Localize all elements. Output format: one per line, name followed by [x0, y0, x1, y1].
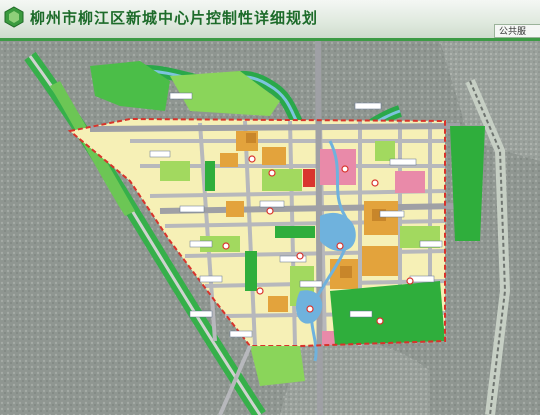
map-viewer: 柳州市柳江区新城中心片控制性详细规划 公共服: [0, 0, 540, 415]
page-title: 柳州市柳江区新城中心片控制性详细规划: [30, 9, 319, 27]
hexagon-logo-icon: [4, 6, 24, 28]
map-canvas: [0, 40, 540, 415]
title-bar: 柳州市柳江区新城中心片控制性详细规划 公共服: [0, 0, 540, 38]
tab-public-service[interactable]: 公共服: [494, 24, 540, 38]
land-use-map[interactable]: [0, 40, 540, 415]
admin-block: [303, 169, 315, 187]
